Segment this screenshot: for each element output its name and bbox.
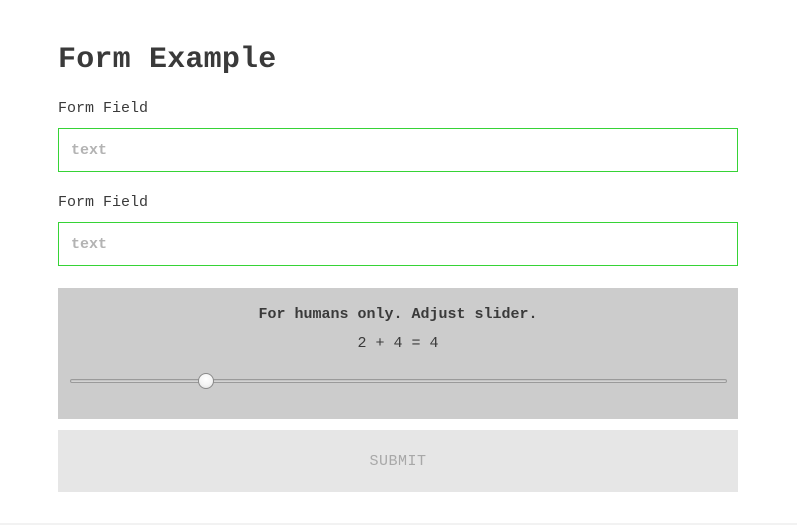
text-field-1[interactable] bbox=[58, 128, 738, 172]
captcha-slider-thumb[interactable] bbox=[198, 373, 215, 389]
submit-button[interactable]: SUBMIT bbox=[58, 430, 738, 492]
captcha-prompt: For humans only. Adjust slider. bbox=[258, 306, 538, 323]
text-field-2[interactable] bbox=[58, 222, 738, 266]
captcha-slider-track[interactable] bbox=[70, 379, 727, 383]
field-label-1: Form Field bbox=[58, 100, 149, 117]
captcha-equation: 2 + 4 = 4 bbox=[357, 335, 439, 352]
field-label-2: Form Field bbox=[58, 194, 149, 211]
captcha-panel: For humans only. Adjust slider. 2 + 4 = … bbox=[58, 288, 738, 419]
form-title: Form Example bbox=[58, 43, 277, 77]
